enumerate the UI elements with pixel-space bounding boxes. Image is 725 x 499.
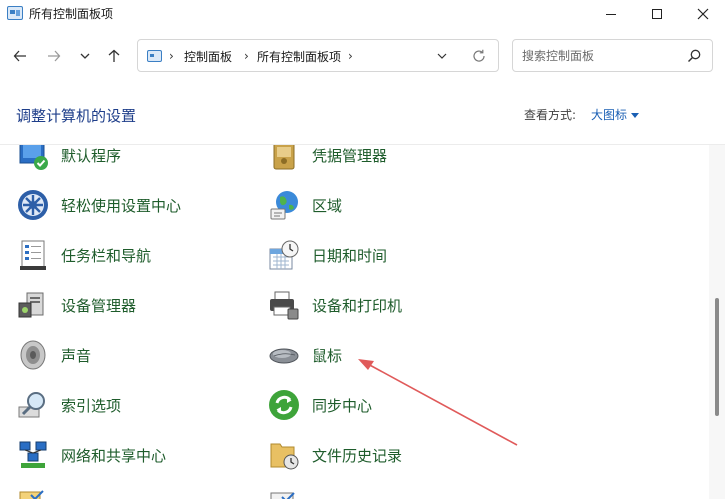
- control-panel-items: 默认程序 凭据管理器 轻松使用设置中心 区域 任务栏和导航 日期和时间 设备管理…: [0, 145, 709, 499]
- network-icon: [19, 441, 47, 468]
- item-label: 鼠标: [312, 346, 343, 365]
- indexing-icon: [18, 392, 45, 418]
- vertical-scrollbar[interactable]: [709, 145, 725, 499]
- item-default-programs[interactable]: 默认程序: [17, 145, 121, 173]
- item-credential-manager[interactable]: 凭据管理器: [268, 145, 387, 173]
- page-title: 调整计算机的设置: [16, 107, 137, 125]
- item-indexing-options[interactable]: 索引选项: [17, 387, 121, 423]
- up-button[interactable]: [102, 42, 126, 70]
- item-label: 索引选项: [61, 396, 122, 415]
- mouse-icon: [269, 348, 299, 364]
- view-by-label: 查看方式:: [524, 108, 577, 122]
- item-file-history[interactable]: 文件历史记录: [268, 437, 402, 473]
- chevron-right-icon[interactable]: ›: [244, 49, 254, 63]
- refresh-icon: [473, 49, 485, 62]
- breadcrumb-control-panel[interactable]: 控制面板: [184, 48, 232, 65]
- item-date-time[interactable]: 日期和时间: [268, 237, 387, 273]
- item-label: 轻松使用设置中心: [61, 196, 182, 215]
- item-label: 网络和共享中心: [61, 446, 167, 465]
- item-label: 日期和时间: [312, 246, 388, 265]
- credential-manager-icon: [273, 145, 295, 170]
- maximize-icon: [652, 9, 662, 19]
- chevron-right-icon[interactable]: ›: [348, 49, 358, 63]
- close-button[interactable]: [680, 0, 725, 28]
- item-label: 同步中心: [312, 396, 373, 415]
- item-sound[interactable]: 声音: [17, 337, 91, 373]
- forward-button[interactable]: [42, 42, 66, 70]
- item-ease-of-access[interactable]: 轻松使用设置中心: [17, 187, 181, 223]
- navigation-bar: › 控制面板 › 所有控制面板项 ›: [0, 38, 725, 74]
- refresh-button[interactable]: [471, 48, 487, 64]
- close-icon: [697, 8, 709, 20]
- address-dropdown-button[interactable]: [434, 48, 450, 64]
- printer-icon: [270, 291, 299, 320]
- speaker-icon: [20, 340, 46, 370]
- item-label: 声音: [61, 346, 92, 365]
- item-devices-printers[interactable]: 设备和打印机: [268, 287, 402, 323]
- chevron-down-icon: [80, 53, 90, 59]
- item-label: 文件历史记录: [312, 446, 403, 465]
- item-partial-row[interactable]: [268, 487, 312, 499]
- search-box[interactable]: [512, 39, 713, 72]
- scrollbar-thumb[interactable]: [715, 298, 719, 416]
- arrow-left-icon: [13, 50, 26, 62]
- window-check-icon: [270, 492, 295, 499]
- item-label: 任务栏和导航: [61, 246, 152, 265]
- device-manager-icon: [18, 292, 44, 318]
- minimize-button[interactable]: [588, 0, 634, 28]
- item-label: 默认程序: [61, 146, 122, 165]
- item-label: 区域: [312, 196, 343, 215]
- folder-check-icon: [19, 490, 44, 499]
- item-device-manager[interactable]: 设备管理器: [17, 287, 136, 323]
- arrow-right-icon: [48, 50, 61, 62]
- date-time-icon: [269, 240, 299, 270]
- item-network-sharing[interactable]: 网络和共享中心: [17, 437, 166, 473]
- maximize-button[interactable]: [634, 0, 680, 28]
- view-by-dropdown[interactable]: 大图标: [591, 106, 640, 123]
- breadcrumb-all-items[interactable]: 所有控制面板项: [257, 48, 341, 65]
- item-sync-center[interactable]: 同步中心: [268, 387, 372, 423]
- item-partial-row[interactable]: [17, 487, 61, 499]
- arrow-up-icon: [108, 49, 120, 62]
- chevron-down-icon: [437, 53, 447, 59]
- chevron-right-icon[interactable]: ›: [169, 49, 179, 63]
- control-panel-app-icon: [7, 6, 23, 20]
- item-taskbar-navigation[interactable]: 任务栏和导航: [17, 237, 151, 273]
- item-label: 凭据管理器: [312, 146, 388, 165]
- sync-center-icon: [269, 390, 299, 420]
- search-input[interactable]: [513, 40, 678, 71]
- item-label: 设备和打印机: [312, 296, 403, 315]
- window-title: 所有控制面板项: [29, 7, 114, 21]
- item-region[interactable]: 区域: [268, 187, 342, 223]
- view-by-value[interactable]: 大图标: [591, 106, 627, 123]
- recent-locations-button[interactable]: [73, 42, 97, 70]
- back-button[interactable]: [8, 42, 32, 70]
- default-programs-icon: [19, 145, 48, 170]
- item-mouse[interactable]: 鼠标: [268, 337, 342, 373]
- ease-of-access-icon: [18, 190, 48, 220]
- file-history-icon: [270, 443, 299, 470]
- control-panel-icon: [147, 50, 162, 62]
- item-label: 设备管理器: [61, 296, 137, 315]
- caret-down-icon[interactable]: [631, 112, 640, 118]
- search-icon[interactable]: [686, 48, 702, 64]
- minimize-icon: [606, 13, 616, 15]
- address-bar[interactable]: › 控制面板 › 所有控制面板项 ›: [137, 39, 499, 72]
- taskbar-icon: [20, 240, 46, 270]
- region-globe-icon: [270, 191, 298, 220]
- title-bar: 所有控制面板项: [0, 0, 725, 28]
